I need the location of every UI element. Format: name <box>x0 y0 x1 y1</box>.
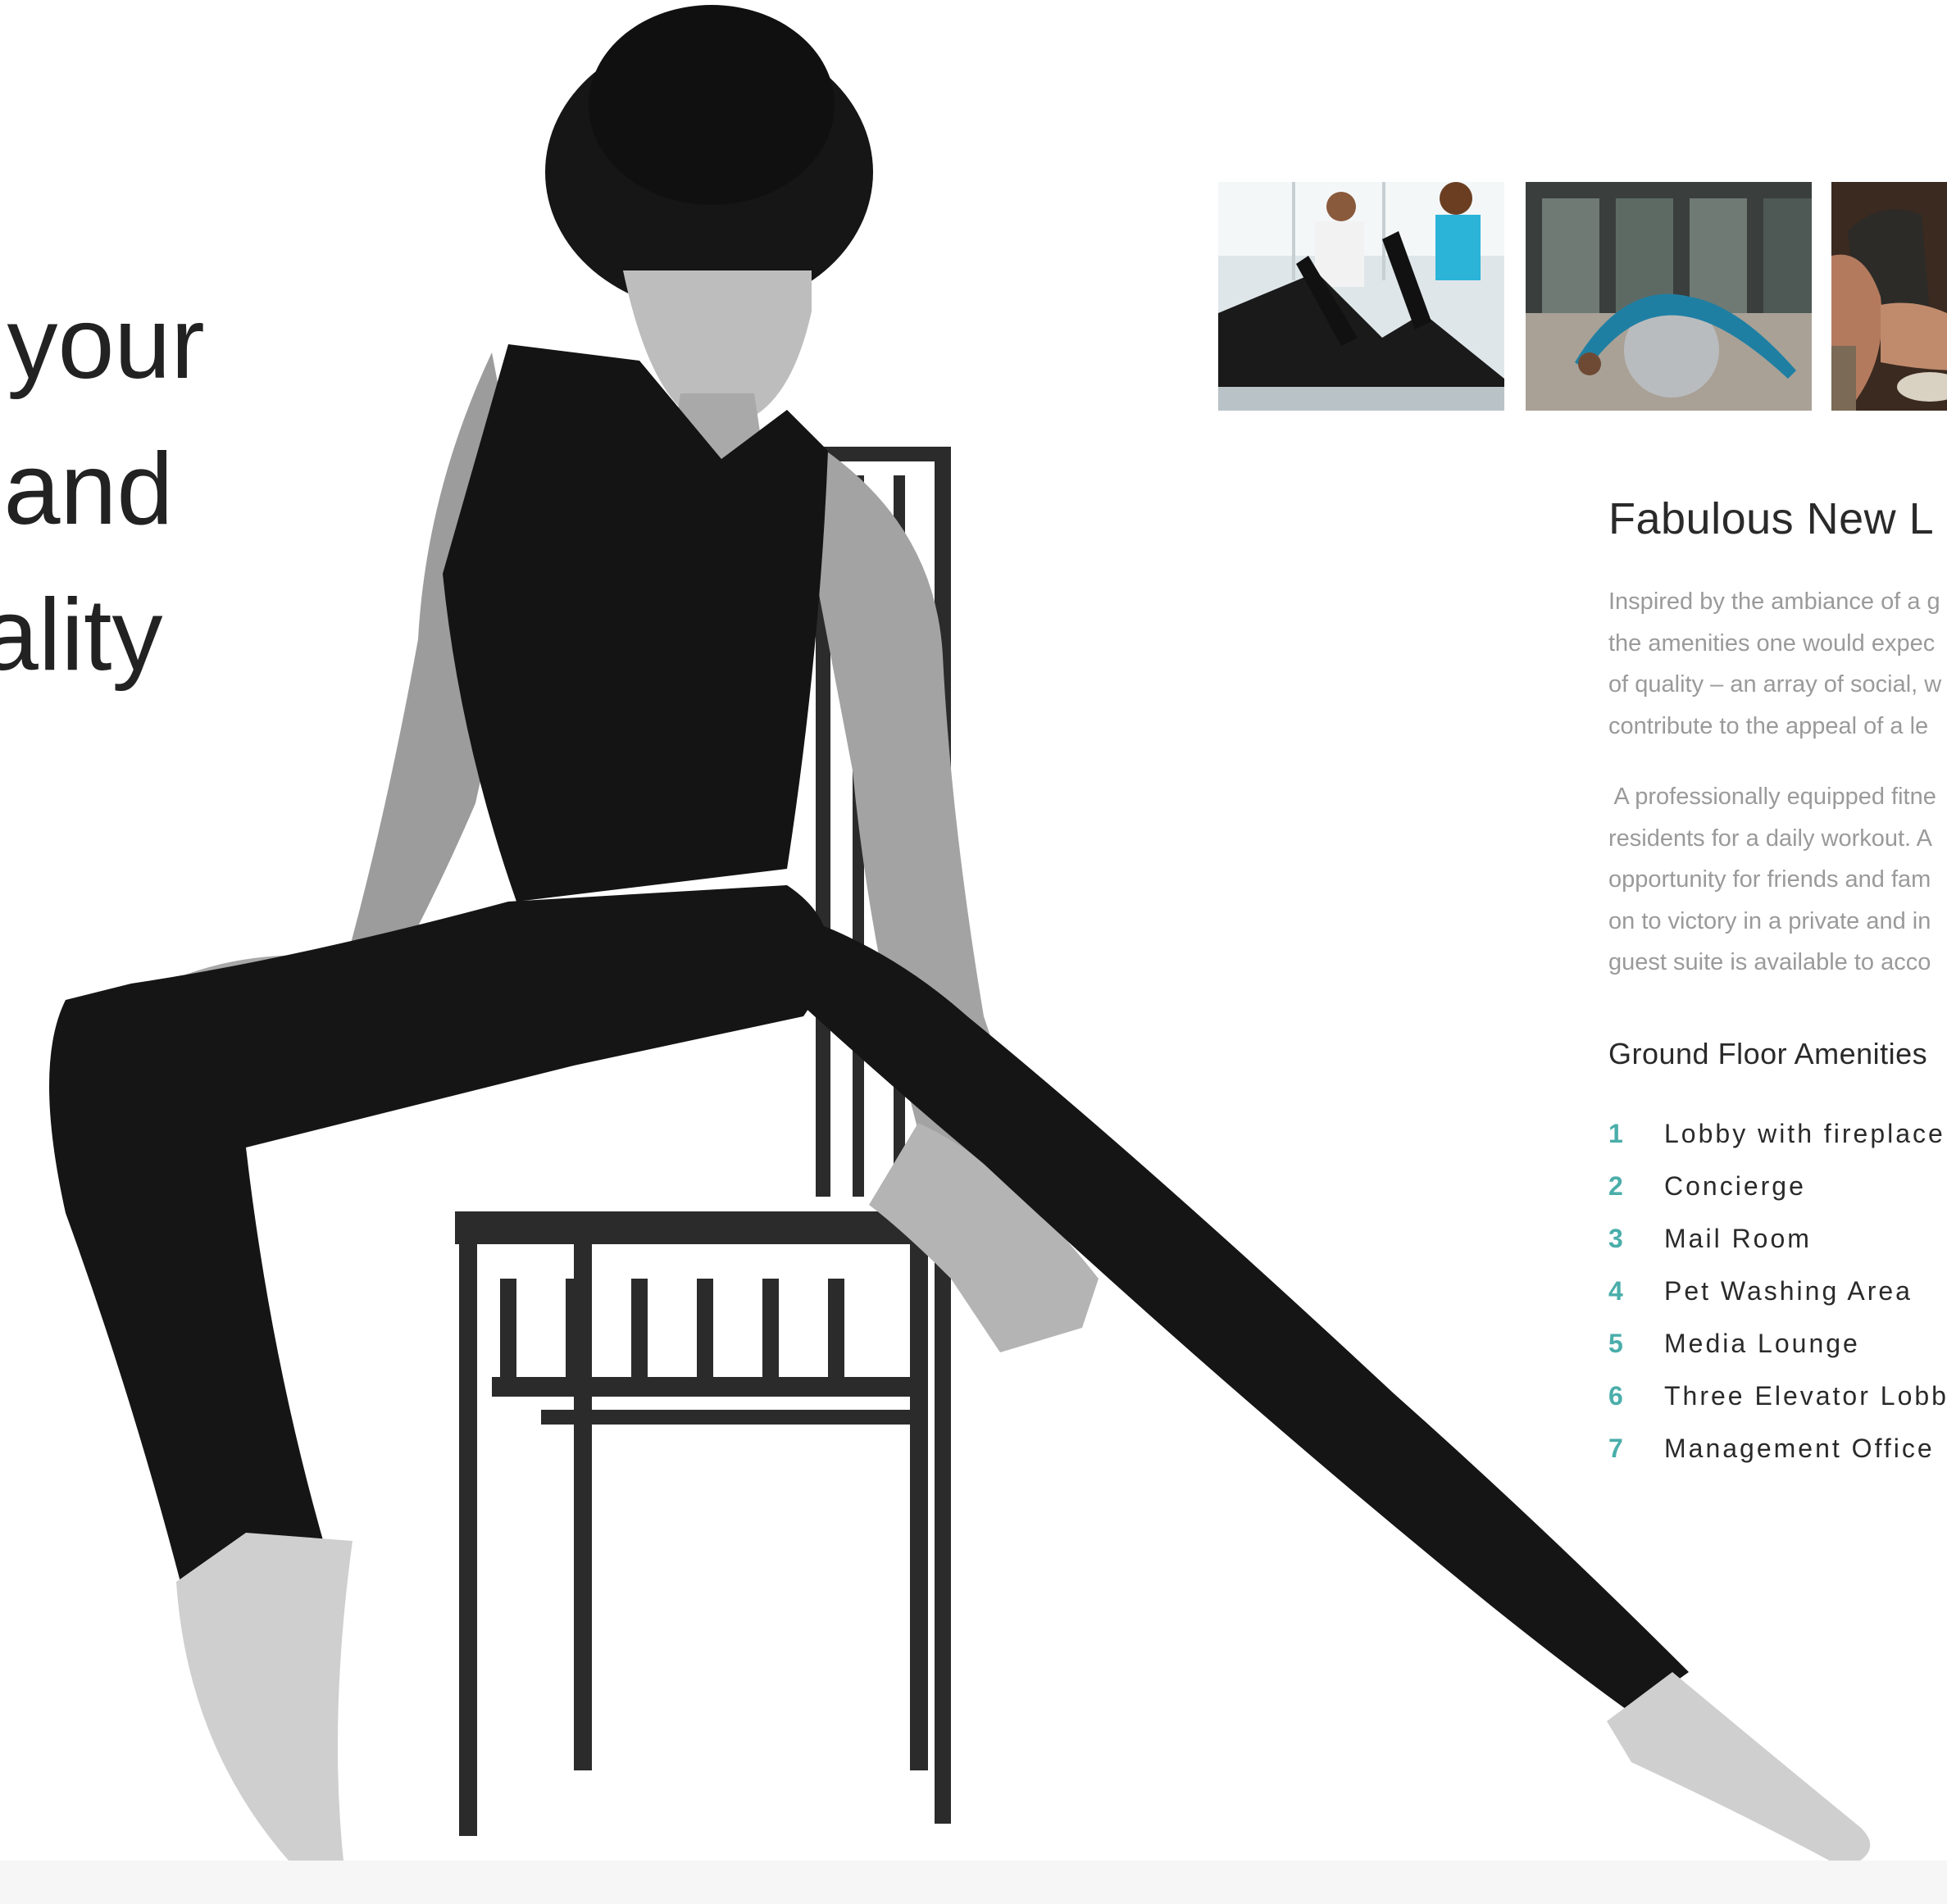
section-title: Fabulous New L <box>1608 494 1935 543</box>
item-number: 4 <box>1608 1275 1623 1306</box>
item-number: 2 <box>1608 1170 1623 1201</box>
list-item: 4 Pet Washing Area <box>1608 1265 1947 1317</box>
amenities-heading: Ground Floor Amenities <box>1608 1036 1928 1070</box>
item-number: 7 <box>1608 1433 1623 1463</box>
item-label: Concierge <box>1664 1170 1806 1201</box>
list-item: 2 Concierge <box>1608 1160 1947 1212</box>
item-label: Pet Washing Area <box>1664 1275 1913 1306</box>
yoga-photo <box>1526 182 1812 411</box>
item-number: 5 <box>1608 1328 1623 1358</box>
list-item: 6 Three Elevator Lobby <box>1608 1370 1947 1422</box>
item-number: 3 <box>1608 1223 1623 1253</box>
intro-paragraph: Inspired by the ambiance of a g the amen… <box>1608 588 1942 739</box>
item-label: Mail Room <box>1664 1223 1812 1253</box>
bowler-hat-crown <box>589 5 835 205</box>
amenities-copy: Fabulous New L Inspired by the ambiance … <box>1608 484 1947 1475</box>
item-number: 1 <box>1608 1118 1623 1148</box>
brochure-spread: ss your y and duality <box>0 0 1947 1904</box>
amenities-list: 1 Lobby with fireplace 2 Concierge 3 Mail R… <box>1608 1107 1947 1475</box>
fitness-paragraph: A professionally equipped fitne resident… <box>1608 784 1936 975</box>
list-item: 7 Management Office <box>1608 1422 1947 1475</box>
item-number: 6 <box>1608 1380 1623 1411</box>
pointe-shoe-right <box>1607 1672 1871 1869</box>
item-label: Three Elevator Lobby <box>1664 1380 1947 1411</box>
dining-photo <box>1831 182 1947 411</box>
item-label: Lobby with fireplace <box>1664 1118 1945 1148</box>
item-label: Management Office <box>1664 1433 1935 1463</box>
list-item: 3 Mail Room <box>1608 1212 1947 1265</box>
pointe-shoe-left <box>176 1533 353 1885</box>
list-item: 1 Lobby with fireplace <box>1608 1107 1947 1160</box>
floor-reflection <box>0 1861 1947 1904</box>
list-item: 5 Media Lounge <box>1608 1317 1947 1370</box>
torso-leotard <box>443 344 828 902</box>
item-label: Media Lounge <box>1664 1328 1860 1358</box>
fitness-photo <box>1218 182 1504 411</box>
